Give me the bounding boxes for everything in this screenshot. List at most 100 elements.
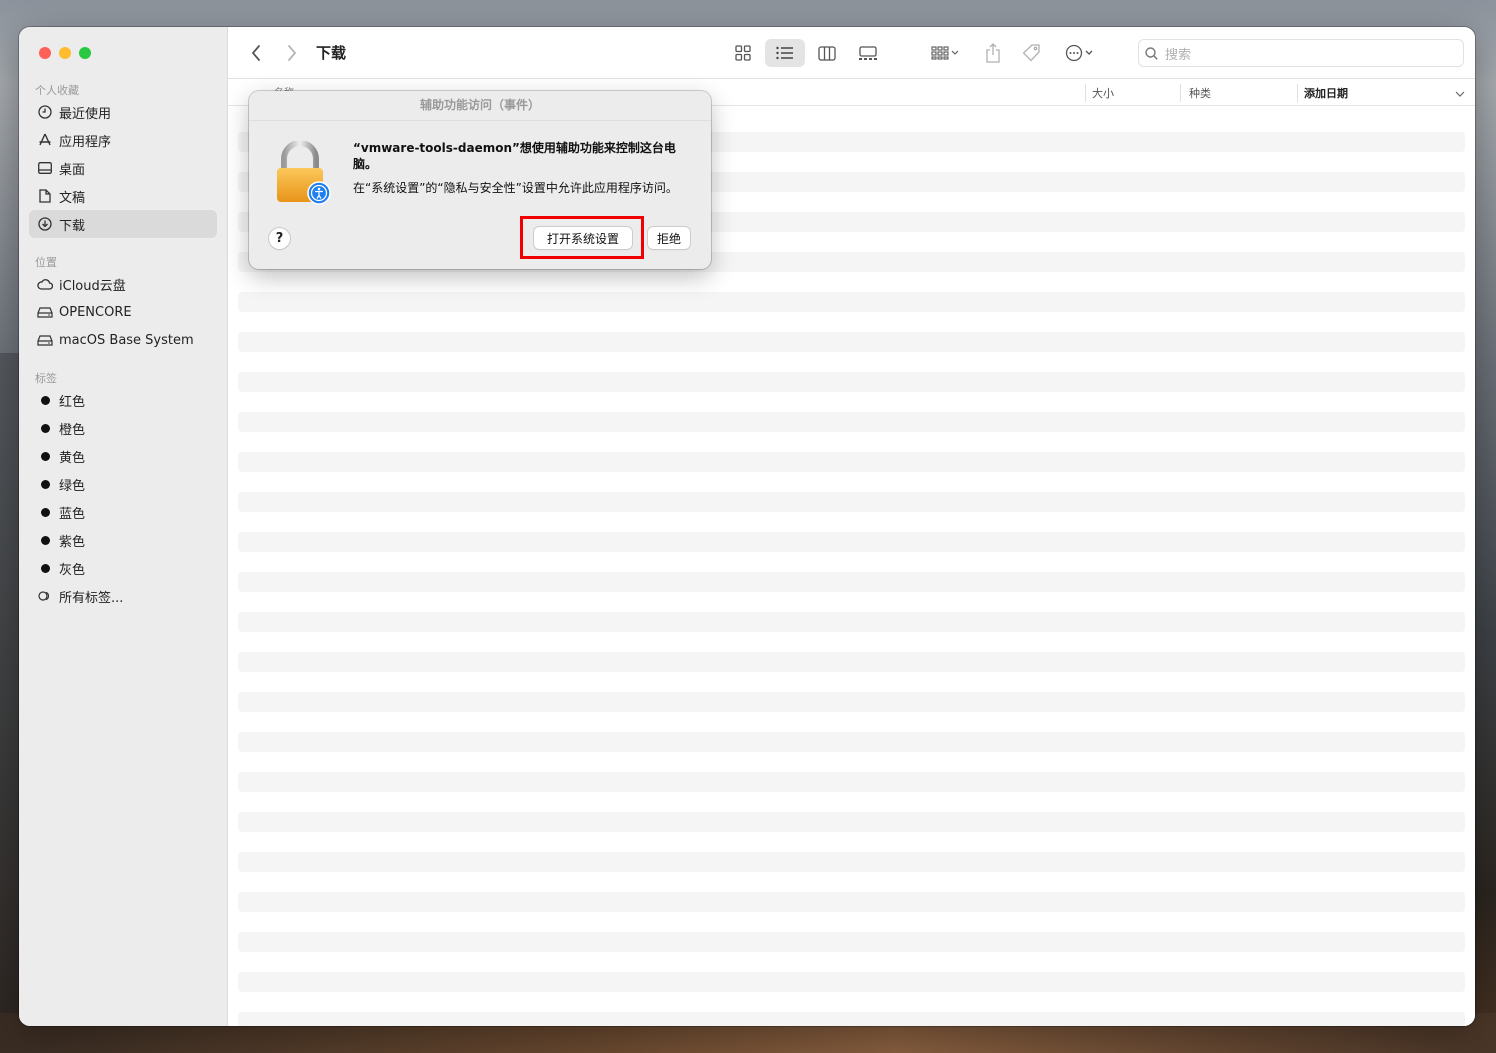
columns-icon	[818, 45, 836, 61]
tag-dot-icon	[40, 563, 50, 573]
sidebar-item-desktop[interactable]: 桌面	[29, 154, 217, 182]
tag-dot-icon	[40, 451, 50, 461]
finder-window: 个人收藏 最近使用 应用程序 桌面 文稿 下载 位置 iCloud云盘 OPEN…	[19, 27, 1475, 1026]
empty-row-stripe	[238, 292, 1465, 312]
grid-icon	[735, 45, 751, 61]
group-by-button[interactable]	[925, 39, 965, 67]
search-icon	[1145, 46, 1158, 60]
sidebar-item-label: 灰色	[59, 562, 86, 578]
sidebar-tag-orange[interactable]: 橙色	[29, 414, 217, 442]
sidebar-tag-blue[interactable]: 蓝色	[29, 498, 217, 526]
empty-row-stripe	[238, 372, 1465, 392]
desktop-icon	[37, 160, 53, 176]
sidebar-item-label: 蓝色	[59, 506, 86, 522]
gallery-view-button[interactable]	[852, 39, 884, 67]
apps-icon	[37, 132, 53, 148]
empty-row-stripe	[238, 452, 1465, 472]
minimize-button[interactable]	[59, 47, 71, 59]
sidebar-item-label: iCloud云盘	[59, 278, 126, 294]
sidebar-item-label: OPENCORE	[59, 304, 132, 320]
sidebar-item-label: 所有标签...	[59, 590, 124, 606]
document-icon	[37, 188, 53, 204]
column-view-button[interactable]	[811, 39, 843, 67]
empty-row-stripe	[238, 412, 1465, 432]
tag-dot-icon	[40, 423, 50, 433]
toolbar: 下载 搜索	[228, 27, 1475, 79]
deny-button[interactable]: 拒绝	[648, 227, 690, 249]
drive-icon	[37, 304, 53, 320]
tag-dot-icon	[40, 395, 50, 405]
icon-view-button[interactable]	[728, 39, 758, 67]
share-icon	[986, 43, 1000, 63]
sidebar-item-macos-base-system[interactable]: macOS Base System	[29, 326, 217, 354]
sidebar-tag-red[interactable]: 红色	[29, 386, 217, 414]
chevron-down-icon	[1455, 91, 1465, 97]
more-actions-button[interactable]	[1060, 39, 1100, 67]
tag-dot-icon	[40, 535, 50, 545]
sidebar-item-label: 紫色	[59, 534, 86, 550]
sidebar-tag-yellow[interactable]: 黄色	[29, 442, 217, 470]
back-button[interactable]	[242, 39, 270, 67]
empty-row-stripe	[238, 972, 1465, 992]
sidebar-item-opencore[interactable]: OPENCORE	[29, 298, 217, 326]
dialog-message: “vmware-tools-daemon”想使用辅助功能来控制这台电脑。	[353, 141, 676, 171]
share-button[interactable]	[980, 39, 1006, 67]
sidebar-item-label: 文稿	[59, 190, 86, 206]
sidebar-item-label: 红色	[59, 394, 86, 410]
sidebar: 个人收藏 最近使用 应用程序 桌面 文稿 下载 位置 iCloud云盘 OPEN…	[19, 27, 228, 1026]
empty-row-stripe	[238, 652, 1465, 672]
empty-row-stripe	[238, 732, 1465, 752]
sidebar-item-label: 最近使用	[59, 106, 112, 122]
highlight-box	[520, 216, 644, 259]
sidebar-item-label: 桌面	[59, 162, 86, 178]
sidebar-item-documents[interactable]: 文稿	[29, 182, 217, 210]
group-icon	[931, 46, 959, 60]
tag-button[interactable]	[1019, 39, 1045, 67]
sidebar-tag-gray[interactable]: 灰色	[29, 554, 217, 582]
column-size[interactable]: 大小	[1092, 85, 1114, 101]
tag-dot-icon	[40, 479, 50, 489]
sidebar-item-label: 绿色	[59, 478, 86, 494]
ellipsis-circle-icon	[1065, 44, 1093, 62]
sidebar-item-label: 黄色	[59, 450, 86, 466]
search-field[interactable]: 搜索	[1138, 39, 1464, 67]
empty-row-stripe	[238, 532, 1465, 552]
traffic-lights	[39, 47, 91, 59]
chevron-left-icon	[251, 45, 260, 61]
column-date-added[interactable]: 添加日期	[1304, 85, 1348, 101]
help-button[interactable]: ?	[269, 228, 290, 249]
sidebar-item-applications[interactable]: 应用程序	[29, 126, 217, 154]
empty-row-stripe	[238, 1012, 1465, 1026]
chevron-right-icon	[288, 45, 297, 61]
zoom-button[interactable]	[79, 47, 91, 59]
empty-row-stripe	[238, 852, 1465, 872]
list-view-button[interactable]	[765, 39, 805, 67]
sidebar-tag-green[interactable]: 绿色	[29, 470, 217, 498]
locations-section-title: 位置	[35, 256, 57, 269]
sidebar-item-icloud[interactable]: iCloud云盘	[29, 270, 217, 298]
sidebar-item-all-tags[interactable]: 所有标签...	[29, 582, 217, 610]
forward-button[interactable]	[278, 39, 306, 67]
column-kind[interactable]: 种类	[1189, 85, 1211, 101]
close-button[interactable]	[39, 47, 51, 59]
empty-row-stripe	[238, 892, 1465, 912]
gallery-icon	[859, 45, 877, 60]
tags-section-title: 标签	[35, 372, 57, 385]
dialog-informative-text: 在“系统设置”的“隐私与安全性”设置中允许此应用程序访问。	[353, 181, 678, 195]
sidebar-item-downloads[interactable]: 下载	[29, 210, 217, 238]
dialog-title: 辅助功能访问（事件）	[249, 91, 711, 121]
empty-row-stripe	[238, 492, 1465, 512]
clock-icon	[37, 104, 53, 120]
empty-row-stripe	[238, 612, 1465, 632]
cloud-icon	[37, 276, 53, 292]
tag-icon	[1023, 44, 1040, 62]
window-title: 下载	[316, 44, 347, 62]
favorites-section-title: 个人收藏	[35, 84, 79, 97]
search-placeholder: 搜索	[1165, 47, 1192, 63]
empty-row-stripe	[238, 692, 1465, 712]
sidebar-item-recents[interactable]: 最近使用	[29, 98, 217, 126]
empty-row-stripe	[238, 332, 1465, 352]
sidebar-tag-purple[interactable]: 紫色	[29, 526, 217, 554]
list-icon	[776, 46, 793, 60]
download-icon	[37, 216, 53, 232]
